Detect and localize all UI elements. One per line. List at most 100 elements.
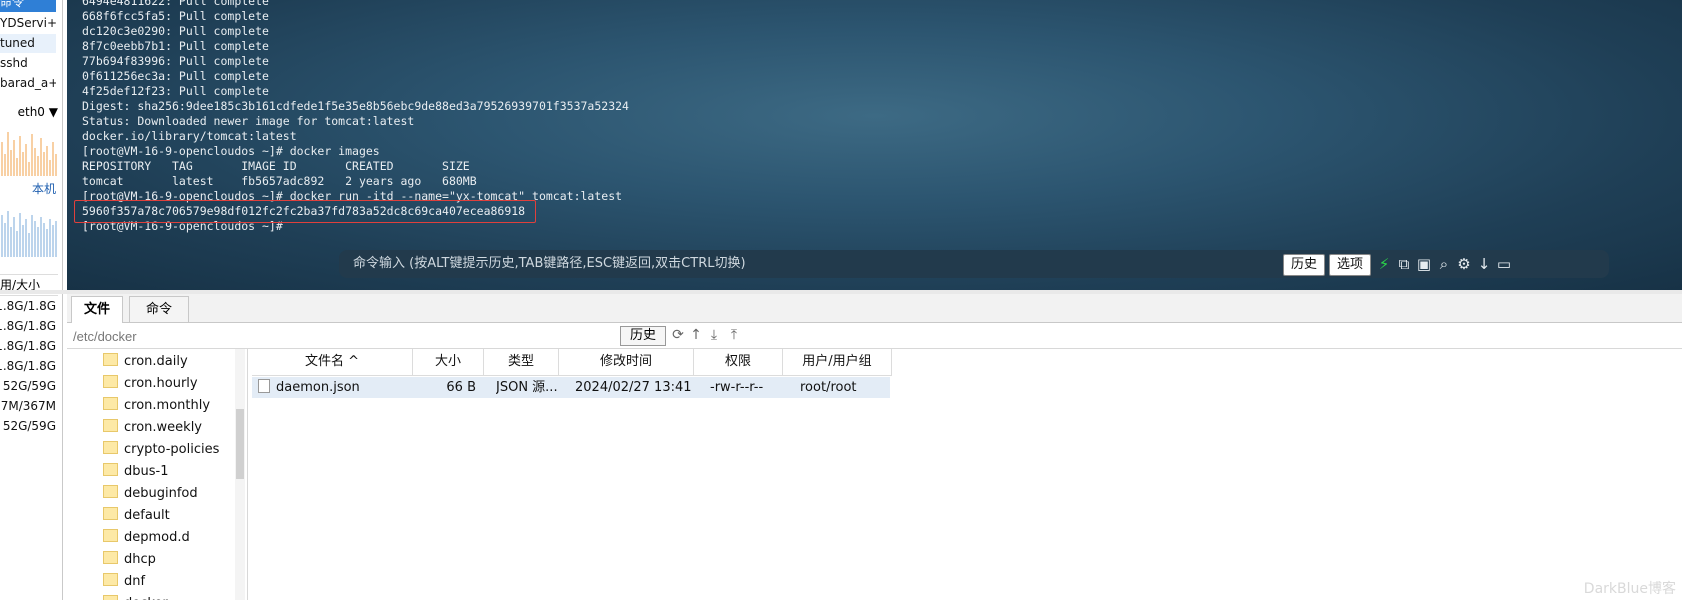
folder-icon — [103, 419, 118, 432]
tree-item[interactable]: default — [103, 505, 170, 527]
column-header-size[interactable]: 大小 — [413, 349, 484, 376]
process-name: YDServi+ — [0, 16, 56, 30]
terminal-line: [root@VM-16-9-opencloudos ~]# docker ima… — [82, 144, 380, 158]
disk-usage-row: 52G/59G — [2, 379, 56, 393]
column-header-modified[interactable]: 修改时间 — [559, 349, 694, 376]
tree-item-label: depmod.d — [124, 530, 190, 545]
file-name: daemon.json — [276, 380, 360, 395]
disk-usage-row: 52G/59G — [2, 419, 56, 433]
chevron-down-icon: ▼ — [48, 105, 58, 119]
tree-item-label: crypto-policies — [124, 442, 220, 457]
folder-icon — [103, 573, 118, 586]
watermark: DarkBlue博客 — [1583, 581, 1676, 597]
process-name: 命令 — [0, 0, 25, 9]
terminal-line: 8f7c0eebb7b1: Pull complete — [82, 39, 269, 53]
file-list: 文件名 ^ 大小 类型 修改时间 权限 用户/用户组 daemon.json 6… — [250, 349, 1682, 600]
column-header-type[interactable]: 类型 — [484, 349, 559, 376]
disk-usage-row: 1.8G/1.8G — [0, 359, 56, 373]
tree-scrollbar[interactable] — [235, 349, 245, 600]
terminal-line: 4f25def12f23: Pull complete — [82, 84, 269, 98]
tree-item[interactable]: cron.daily — [103, 351, 188, 373]
file-permissions: -rw-r--r-- — [710, 380, 764, 395]
process-item[interactable]: sshd — [0, 54, 56, 73]
tree-item-label: dbus-1 — [124, 464, 169, 479]
terminal-line: docker.io/library/tomcat:latest — [82, 129, 297, 143]
tree-item-label: cron.monthly — [124, 398, 211, 413]
command-input-bar[interactable]: 命令输入 (按ALT键提示历史,TAB键路径,ESC键返回,双击CTRL切换) … — [339, 250, 1609, 278]
tree-item[interactable]: cron.weekly — [103, 417, 202, 439]
file-owner: root/root — [800, 380, 857, 395]
file-row[interactable]: daemon.json 66 B JSON 源... 2024/02/27 13… — [252, 377, 890, 398]
tree-item[interactable]: cron.hourly — [103, 373, 198, 395]
gear-icon[interactable]: ⚙ — [1455, 255, 1473, 273]
bottom-tab-bar: 文件 命令 — [67, 294, 1682, 323]
tree-item[interactable]: debuginfod — [103, 483, 198, 505]
tree-item[interactable]: docker — [103, 593, 168, 600]
options-button[interactable]: 选项 — [1329, 254, 1371, 276]
folder-icon — [103, 397, 118, 410]
network-selector[interactable]: eth0 ▼ — [0, 102, 62, 122]
path-history-button[interactable]: 历史 — [620, 326, 666, 346]
folder-icon — [103, 463, 118, 476]
file-name-cell: daemon.json — [258, 377, 408, 398]
disk-usage-row: 1.8G/1.8G — [0, 319, 56, 333]
file-size: 66 B — [446, 380, 476, 395]
disk-usage-row: 1.8G/1.8G — [0, 299, 56, 313]
terminal[interactable]: 6494e4811622: Pull complete 668f6fcc5fa5… — [67, 0, 1682, 290]
tree-item-label: dhcp — [124, 552, 156, 567]
path-input[interactable] — [71, 326, 615, 346]
tab-commands[interactable]: 命令 — [129, 296, 189, 322]
folder-icon — [103, 595, 118, 600]
disk-usage-row: 7M/367M — [0, 399, 56, 413]
folder-icon — [103, 353, 118, 366]
process-name: sshd — [0, 56, 28, 70]
arrow-down-icon[interactable]: ↓ — [1475, 255, 1493, 273]
tree-item[interactable]: crypto-policies — [103, 439, 219, 461]
paste-icon[interactable]: ▣ — [1415, 255, 1433, 273]
window-icon[interactable]: ▭ — [1495, 255, 1513, 273]
highlight-annotation-box — [74, 200, 536, 223]
tree-item-label: default — [124, 508, 170, 523]
terminal-line: 77b694f83996: Pull complete — [82, 54, 269, 68]
folder-icon — [103, 529, 118, 542]
tree-item[interactable]: depmod.d — [103, 527, 190, 549]
terminal-line: Digest: sha256:9dee185c3b161cdfede1f5e35… — [82, 99, 629, 113]
folder-icon — [103, 375, 118, 388]
tree-item[interactable]: dhcp — [103, 549, 156, 571]
lightning-icon[interactable]: ⚡ — [1375, 255, 1393, 273]
file-modified: 2024/02/27 13:41 — [575, 380, 692, 395]
tab-files[interactable]: 文件 — [71, 296, 123, 323]
up-arrow-icon[interactable]: ↑ — [688, 327, 704, 343]
download-icon[interactable]: ⤓ — [706, 327, 722, 343]
history-button[interactable]: 历史 — [1283, 254, 1325, 276]
process-item[interactable]: barad_a+ — [0, 74, 56, 93]
terminal-line: 668f6fcc5fa5: Pull complete — [82, 9, 269, 23]
process-item[interactable]: 命令 — [0, 0, 56, 12]
column-header-permissions[interactable]: 权限 — [694, 349, 783, 376]
terminal-output: 6494e4811622: Pull complete 668f6fcc5fa5… — [82, 0, 629, 234]
refresh-icon[interactable]: ⟳ — [670, 327, 686, 343]
network-interface-label: eth0 — [17, 105, 45, 119]
tree-item[interactable]: cron.monthly — [103, 395, 210, 417]
network-traffic-graph — [0, 122, 58, 176]
tree-item-label: docker — [124, 596, 168, 600]
terminal-line: 6494e4811622: Pull complete — [82, 0, 269, 8]
tree-scrollbar-thumb[interactable] — [236, 409, 244, 479]
column-header-name[interactable]: 文件名 ^ — [252, 349, 413, 376]
tree-item[interactable]: dbus-1 — [103, 461, 168, 483]
column-header-owner[interactable]: 用户/用户组 — [783, 349, 892, 376]
terminal-line: Status: Downloaded newer image for tomca… — [82, 114, 415, 128]
upload-icon[interactable]: ⤒ — [726, 327, 742, 343]
tree-item-label: cron.weekly — [124, 420, 202, 435]
tree-item[interactable]: dnf — [103, 571, 145, 593]
process-item[interactable]: tuned — [0, 34, 56, 53]
process-item[interactable]: YDServi+ — [0, 14, 56, 33]
command-input[interactable]: 命令输入 (按ALT键提示历史,TAB键路径,ESC键返回,双击CTRL切换) — [353, 250, 746, 278]
copy-icon[interactable]: ⧉ — [1395, 255, 1413, 273]
local-machine-label: 本机 — [31, 182, 56, 196]
network-traffic-graph-secondary — [0, 197, 58, 257]
file-icon — [258, 379, 270, 393]
search-icon[interactable]: ⌕ — [1435, 255, 1453, 273]
terminal-line: tomcat latest fb5657adc892 2 years ago 6… — [82, 174, 477, 188]
folder-icon — [103, 441, 118, 454]
